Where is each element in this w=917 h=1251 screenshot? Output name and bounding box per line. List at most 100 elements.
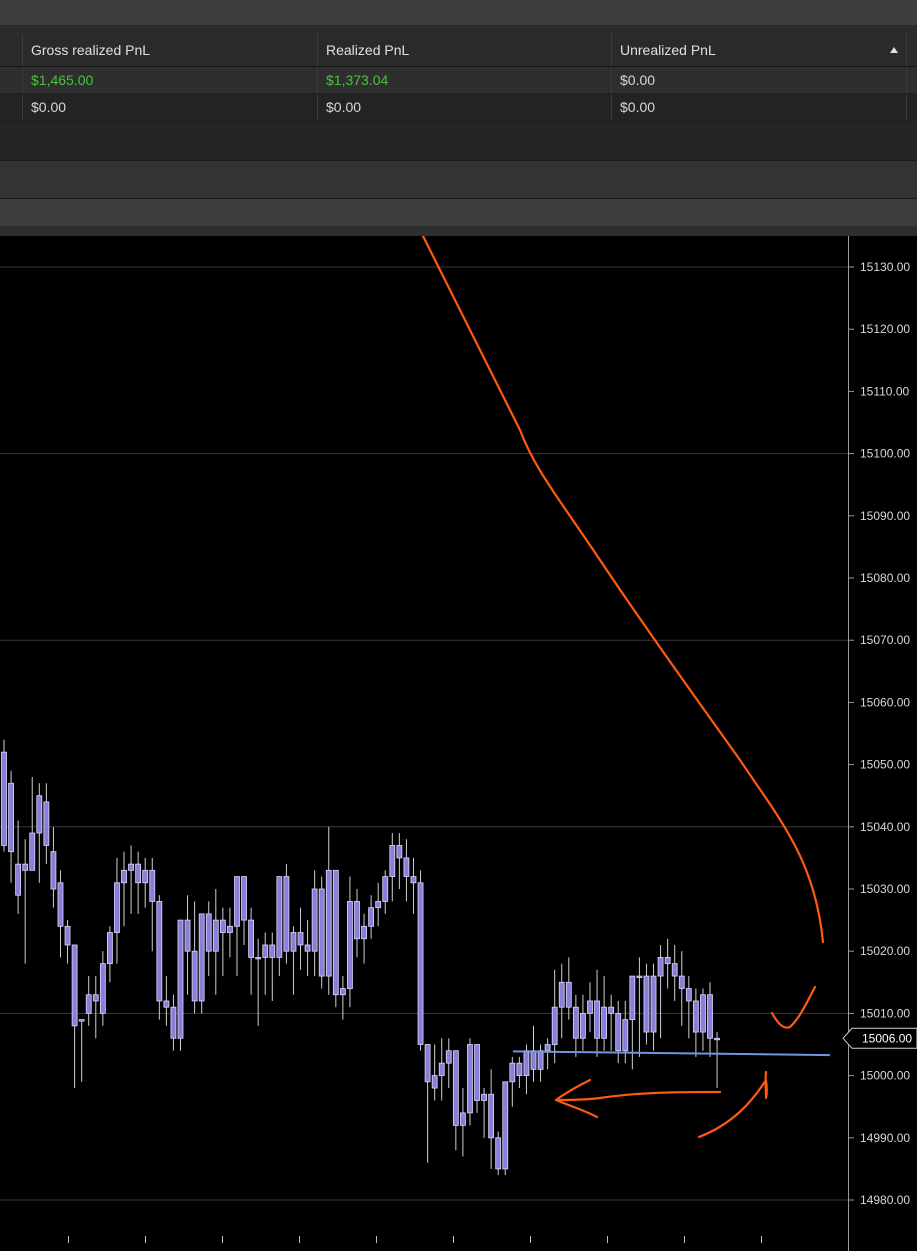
candle-body: [467, 1044, 473, 1114]
candle-body: [332, 869, 339, 996]
panel-separator-bar[interactable]: [0, 198, 917, 227]
candle-body: [410, 876, 417, 884]
price-chart[interactable]: 15130.00 15120.00 15110.00 15100.00 15090.00…: [0, 236, 917, 1251]
candle-body: [431, 1075, 438, 1089]
toolbar-divider: [0, 25, 917, 34]
price-tick-label: 15030.00: [860, 882, 910, 896]
price-tick-label: 15080.00: [860, 571, 910, 585]
candle-body: [219, 919, 226, 933]
price-tick-label: 15020.00: [860, 944, 910, 958]
candle-body: [403, 857, 410, 877]
cell-truncated: [906, 94, 917, 120]
candle-body: [8, 782, 14, 853]
grid-empty-area: [0, 122, 917, 160]
candle-body: [474, 1044, 480, 1101]
price-tick-label: 15130.00: [860, 260, 910, 274]
candle-body: [128, 863, 134, 871]
column-header-realized-pnl[interactable]: Realized PnL: [317, 34, 612, 66]
candle-body: [269, 944, 276, 958]
candle-body: [121, 869, 127, 884]
pnl-grid-header: Gross realized PnL Realized PnL Unrealiz…: [0, 34, 917, 67]
candle-body: [530, 1050, 537, 1070]
candle-body: [43, 801, 50, 846]
candle-body: [339, 988, 346, 996]
candle-body: [64, 925, 71, 946]
candle-body: [636, 975, 643, 978]
price-tick-label: 14980.00: [860, 1193, 910, 1207]
cell-realized-pnl: $0.00: [317, 94, 612, 120]
table-row[interactable]: $0.00 $0.00 $0.00: [0, 94, 917, 120]
candle-body: [184, 919, 191, 952]
candle-body: [99, 963, 106, 1014]
price-axis: 15130.00 15120.00 15110.00 15100.00 15090.00…: [848, 236, 910, 1251]
candle-body: [241, 876, 247, 921]
candle-body: [142, 869, 149, 884]
candle-body: [347, 901, 353, 989]
support-line-segment: [512, 1050, 831, 1057]
column-header-unrealized-pnl[interactable]: Unrealized PnL: [611, 34, 906, 66]
candle-body: [212, 919, 219, 952]
candle-body: [78, 1019, 85, 1022]
annotation-stroke: [697, 1070, 768, 1139]
candle-body: [587, 1000, 593, 1014]
candle-body: [191, 950, 198, 1002]
candle-body: [297, 932, 304, 946]
candle-body: [361, 925, 367, 940]
candle-body: [459, 1112, 466, 1126]
table-row[interactable]: $1,465.00 $1,373.04 $0.00: [0, 67, 917, 93]
column-header-truncated[interactable]: [906, 34, 917, 66]
price-tick-label: 15050.00: [860, 758, 910, 772]
time-axis-ticks: [0, 1235, 848, 1243]
toolbar-strip: [0, 0, 917, 25]
candle-body: [389, 845, 396, 877]
candle-body: [714, 1037, 720, 1041]
candle-body: [424, 1044, 431, 1083]
candle-body: [135, 863, 142, 884]
candle-body: [29, 832, 36, 871]
candle-body: [481, 1093, 487, 1101]
price-tick-label: 15000.00: [860, 1069, 910, 1083]
candle-body: [523, 1050, 530, 1076]
candle-body: [248, 919, 255, 958]
candle-body: [700, 994, 706, 1033]
candle-body: [572, 1006, 579, 1039]
candle-body: [657, 957, 664, 977]
candle-body: [50, 851, 57, 890]
price-tick-label: 15090.00: [860, 509, 910, 523]
price-tick-label: 15010.00: [860, 1006, 910, 1020]
candle-body: [1, 751, 7, 846]
column-header-gross-realized-pnl[interactable]: Gross realized PnL: [22, 34, 317, 66]
support-line: [512, 1050, 831, 1057]
candle-body: [650, 975, 657, 1033]
candle-body: [36, 795, 43, 834]
candle-body: [502, 1081, 509, 1170]
candle-body: [664, 957, 671, 965]
candle-body: [551, 1006, 558, 1045]
candle-body: [57, 882, 64, 927]
candle-body: [205, 913, 212, 952]
panel-separator-bar[interactable]: [0, 160, 917, 199]
annotation-stroke: [770, 985, 817, 1029]
candle-body: [685, 988, 692, 1002]
price-tick-label: 14990.00: [860, 1131, 910, 1145]
candle-body: [170, 1006, 177, 1039]
sort-ascending-icon[interactable]: [890, 47, 898, 53]
candle-body: [114, 882, 120, 933]
candle-body: [234, 876, 240, 927]
candle-body: [318, 888, 325, 977]
candle-body: [368, 907, 375, 927]
current-price-tag: 15006.00: [842, 1027, 917, 1049]
candle-body: [452, 1050, 459, 1126]
candle-body: [417, 882, 424, 1045]
candle-body: [177, 919, 184, 1039]
candle-body: [678, 975, 685, 989]
annotation-stroke: [554, 1078, 592, 1102]
candle-body: [643, 975, 650, 1033]
candle-body: [537, 1050, 544, 1070]
candle-body: [608, 1006, 615, 1014]
candle-body: [276, 876, 283, 958]
candle-body: [22, 863, 29, 871]
candle-body: [149, 869, 156, 902]
candle-body: [163, 1000, 170, 1008]
candle-body: [438, 1062, 445, 1077]
